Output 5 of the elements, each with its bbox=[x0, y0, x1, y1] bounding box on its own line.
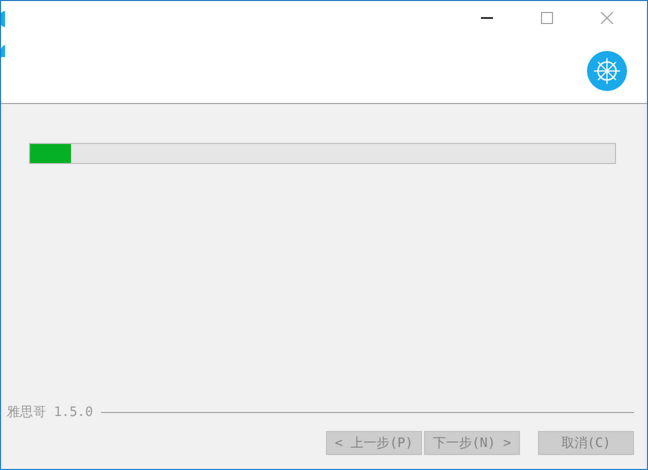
close-icon[interactable] bbox=[601, 12, 613, 24]
maximize-icon[interactable] bbox=[541, 12, 553, 24]
minimize-icon[interactable] bbox=[481, 17, 493, 19]
version-label: 雅思哥 1.5.0 bbox=[7, 404, 93, 421]
ship-wheel-icon bbox=[587, 51, 627, 91]
